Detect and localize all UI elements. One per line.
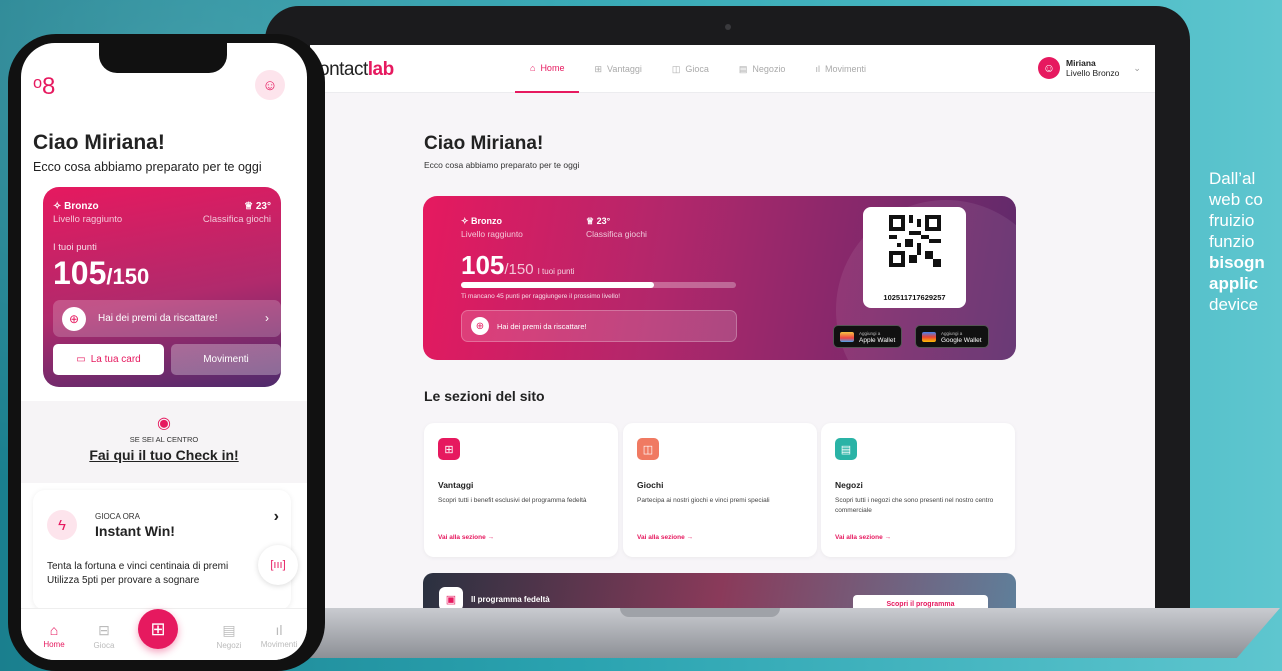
phone-subtitle: Ecco cosa abbiamo preparato per te oggi: [33, 160, 262, 174]
bolt-icon: ϟ: [47, 510, 77, 540]
trophy-icon: ♕: [244, 201, 256, 212]
qr-code-icon: [889, 215, 941, 267]
trophy-icon: ♕: [586, 216, 597, 226]
discover-program-button[interactable]: Scopri il programma: [853, 595, 988, 608]
movements-button[interactable]: Movimenti: [171, 344, 281, 375]
phone-screen: ᵒ8 ☺ Ciao Miriana! Ecco cosa abbiamo pre…: [21, 43, 307, 660]
instant-win-card[interactable]: ϟ GIOCA ORA Instant Win! › Tenta la fort…: [33, 490, 298, 610]
section-card-negozi[interactable]: ▤ Negozi Scopri tutti i negozi che sono …: [821, 423, 1015, 557]
store-icon: ▤: [738, 63, 748, 74]
user-menu[interactable]: ☺ Miriana Livello Bronzo ⌄: [1038, 57, 1141, 79]
side-caption: Dall’al web co fruizio funzio bisogn app…: [1209, 169, 1265, 314]
barcode-scan-icon[interactable]: [ııı]: [258, 545, 298, 585]
gift-icon: ⊕: [471, 317, 489, 335]
sparkle-icon: ✧: [53, 201, 65, 212]
phone-title: Ciao Miriana!: [33, 131, 165, 154]
chevron-right-icon: ›: [265, 311, 269, 325]
section-link[interactable]: Vai alla sezione →: [637, 534, 693, 541]
nav-home[interactable]: ⌂ Home: [515, 45, 580, 93]
gamepad-icon: ◫: [671, 63, 681, 74]
section-card-vantaggi[interactable]: ⊞ Vantaggi Scopri tutti i benefit esclus…: [424, 423, 618, 557]
page-title: Ciao Miriana!: [424, 133, 544, 154]
chevron-right-icon: ›: [273, 508, 279, 525]
web-nav: ⌂ Home ⊞ Vantaggi ◫ Gioca ▤ Negozio ıl Movime…: [515, 45, 881, 93]
profile-icon[interactable]: ☺: [255, 70, 285, 100]
chart-icon: ıl: [815, 64, 820, 74]
wallet-icon: [840, 331, 854, 342]
tab-home[interactable]: ⌂ Home: [29, 622, 79, 649]
store-icon: ▤: [222, 622, 236, 638]
loyalty-card: ✧ Bronzo Livello raggiunto ♕ 23° Classific…: [423, 196, 1016, 360]
tab-movimenti[interactable]: ıl Movimenti: [254, 622, 304, 649]
avatar: ☺: [1038, 57, 1060, 79]
sparkle-icon: ✧: [461, 216, 472, 226]
points-progress: [461, 282, 736, 288]
gift-icon: ⊞: [150, 618, 166, 639]
gift-icon: ⊞: [438, 438, 460, 460]
nav-vantaggi[interactable]: ⊞ Vantaggi: [579, 45, 656, 93]
section-card-giochi[interactable]: ◫ Giochi Partecipa ai nostri giochi e vi…: [623, 423, 817, 557]
sections-title: Le sezioni del sito: [424, 388, 545, 404]
nav-negozio[interactable]: ▤ Negozio: [724, 45, 801, 93]
gift-icon: ⊞: [594, 63, 602, 74]
card-icon: ▭: [76, 354, 86, 365]
section-link[interactable]: Vai alla sezione →: [835, 534, 891, 541]
rewards-fab-button[interactable]: ⊞: [138, 609, 178, 649]
checkin-section[interactable]: ◉ SE SEI AL CENTRO Fai qui il tuo Check …: [21, 401, 307, 483]
wallet-icon: [922, 331, 936, 342]
card-number: 102511717629257: [883, 293, 946, 302]
phone-notch: [99, 43, 227, 73]
qr-code: 102511717629257: [863, 207, 966, 308]
app-logo-icon: ᵒ8: [33, 73, 56, 100]
fidelity-banner: ▣ Il programma fedeltà Scopri il program…: [423, 573, 1016, 608]
card-points: 105/150 I tuoi punti: [461, 250, 575, 280]
chevron-down-icon: ⌄: [1133, 62, 1141, 73]
phone-loyalty-card: ✧ Bronzo Livello raggiunto ♕ 23° Classific…: [43, 187, 281, 387]
google-wallet-button[interactable]: Aggiungi a Google Wallet: [915, 325, 989, 348]
phone-prize-banner[interactable]: ⊕ Hai dei premi da riscattare! ›: [53, 300, 281, 337]
tab-gioca[interactable]: ⊟ Gioca: [79, 622, 129, 650]
nav-gioca[interactable]: ◫ Gioca: [657, 45, 724, 93]
nav-movimenti[interactable]: ıl Movimenti: [800, 45, 881, 93]
tab-negozi[interactable]: ▤ Negozi: [204, 622, 254, 650]
user-level: Livello Bronzo: [1066, 68, 1120, 78]
web-header: contactlab ⌂ Home ⊞ Vantaggi ◫ Gioca ▤ Negoz…: [310, 45, 1155, 93]
missing-points-text: Ti mancano 45 punti per raggiungere il p…: [461, 293, 621, 300]
user-name: Miriana: [1066, 58, 1096, 68]
laptop-camera: [725, 24, 731, 30]
location-pin-icon: ◉: [157, 415, 171, 432]
page-subtitle: Ecco cosa abbiamo preparato per te oggi: [424, 160, 580, 170]
your-card-button[interactable]: ▭ La tua card: [53, 344, 164, 375]
home-icon: ⌂: [49, 622, 59, 638]
laptop-notch: [620, 608, 780, 617]
apple-wallet-button[interactable]: Aggiungi a Apple Wallet: [833, 325, 903, 348]
web-screen: contactlab ⌂ Home ⊞ Vantaggi ◫ Gioca ▤ Negoz…: [310, 45, 1155, 608]
document-icon: ▣: [439, 587, 463, 608]
ticket-icon: ⊟: [98, 622, 110, 638]
store-icon: ▤: [835, 438, 857, 460]
chart-icon: ıl: [275, 622, 283, 638]
gamepad-icon: ◫: [637, 438, 659, 460]
card-level: ✧ Bronzo Livello raggiunto: [461, 216, 523, 239]
prize-banner[interactable]: ⊕ Hai dei premi da riscattare!: [461, 310, 737, 342]
home-icon: ⌂: [530, 63, 536, 73]
gift-icon: ⊕: [62, 306, 86, 331]
section-link[interactable]: Vai alla sezione →: [438, 534, 494, 541]
phone-points: 105/150: [53, 255, 150, 291]
tab-bar: ⌂ Home ⊟ Gioca ⊞ ▤ Negozi ıl Movimenti: [21, 608, 307, 660]
card-rank: ♕ 23° Classifica giochi: [586, 216, 647, 239]
